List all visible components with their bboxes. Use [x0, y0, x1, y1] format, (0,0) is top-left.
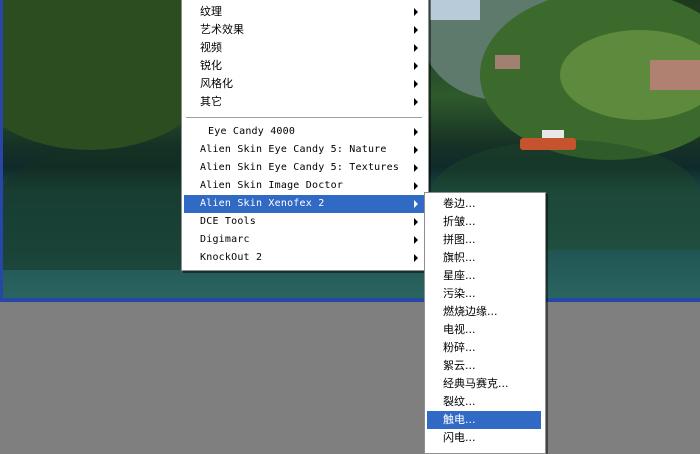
submenu-item-crumple[interactable]: 折皱... — [427, 213, 541, 231]
rock-cliff-small — [495, 55, 520, 69]
submenu-item-label: 触电... — [443, 413, 476, 426]
submenu-item-burnt-edges[interactable]: 燃烧边缘... — [427, 303, 541, 321]
menu-item-label: Eye Candy 4000 — [208, 126, 296, 137]
submenu-arrow-icon — [414, 182, 418, 190]
menu-item-label: Alien Skin Eye Candy 5: Textures — [200, 162, 400, 173]
submenu-arrow-icon — [414, 44, 418, 52]
sky-patch — [430, 0, 480, 20]
submenu-arrow-icon — [414, 146, 418, 154]
menu-item-label: KnockOut 2 — [200, 252, 263, 263]
menu-item-digimarc[interactable]: Digimarc — [184, 231, 424, 249]
submenu-item-electrify[interactable]: 触电... — [427, 411, 541, 429]
submenu-item-label: 电视... — [443, 323, 476, 336]
menu-item-label: 风格化 — [200, 77, 233, 90]
filter-menu: 纹理 艺术效果 视频 锐化 风格化 其它 Eye Candy 4000 Alie… — [181, 0, 429, 271]
submenu-item-classic-mosaic[interactable]: 经典马赛克... — [427, 375, 541, 393]
menu-item-label: Alien Skin Image Doctor — [200, 180, 344, 191]
submenu-item-clouds[interactable]: 絮云... — [427, 357, 541, 375]
submenu-item-label: 拼图... — [443, 233, 476, 246]
submenu-arrow-icon — [414, 80, 418, 88]
submenu-item-cracks[interactable]: 裂纹... — [427, 393, 541, 411]
menu-item-label: 艺术效果 — [200, 23, 244, 36]
canvas-border-bottom — [0, 298, 700, 302]
submenu-item-flag[interactable]: 旗帜... — [427, 249, 541, 267]
submenu-item-label: 污染... — [443, 287, 476, 300]
menu-item-label: 锐化 — [200, 59, 222, 72]
submenu-item-label: 星座... — [443, 269, 476, 282]
menu-separator — [186, 117, 422, 119]
submenu-arrow-icon — [414, 164, 418, 172]
menu-item-eye-candy-textures[interactable]: Alien Skin Eye Candy 5: Textures — [184, 159, 424, 177]
submenu-arrow-icon — [414, 8, 418, 16]
submenu-item-label: 裂纹... — [443, 395, 476, 408]
submenu-item-label: 闪电... — [443, 431, 476, 444]
submenu-item-label: 经典马赛克... — [443, 377, 509, 390]
menu-item-label: 其它 — [200, 95, 222, 108]
menu-item-label: Digimarc — [200, 234, 250, 245]
menu-item-video[interactable]: 视频 — [184, 39, 424, 57]
submenu-item-constellation[interactable]: 星座... — [427, 267, 541, 285]
menu-item-sharpen[interactable]: 锐化 — [184, 57, 424, 75]
menu-item-dce-tools[interactable]: DCE Tools — [184, 213, 424, 231]
submenu-item-label: 折皱... — [443, 215, 476, 228]
submenu-arrow-icon — [414, 98, 418, 106]
submenu-item-label: 卷边... — [443, 197, 476, 210]
submenu-arrow-icon — [414, 26, 418, 34]
menu-item-label: DCE Tools — [200, 216, 256, 227]
submenu-arrow-icon — [414, 128, 418, 136]
menu-item-label: Alien Skin Xenofex 2 — [200, 198, 325, 209]
submenu-item-lightning[interactable]: 闪电... — [427, 429, 541, 447]
menu-item-xenofex-2[interactable]: Alien Skin Xenofex 2 — [184, 195, 424, 213]
submenu-item-puzzle[interactable]: 拼图... — [427, 231, 541, 249]
menu-item-eye-candy-4000[interactable]: Eye Candy 4000 — [184, 123, 424, 141]
menu-item-label: 视频 — [200, 41, 222, 54]
menu-item-label: Alien Skin Eye Candy 5: Nature — [200, 144, 387, 155]
submenu-arrow-icon — [414, 236, 418, 244]
submenu-item-label: 燃烧边缘... — [443, 305, 498, 318]
submenu-item-television[interactable]: 电视... — [427, 321, 541, 339]
menu-item-knockout-2[interactable]: KnockOut 2 — [184, 249, 424, 267]
menu-item-label: 纹理 — [200, 5, 222, 18]
menu-item-stylize[interactable]: 风格化 — [184, 75, 424, 93]
xenofex-submenu: 卷边... 折皱... 拼图... 旗帜... 星座... 污染... 燃烧边缘… — [424, 192, 546, 454]
submenu-item-page-curl[interactable]: 卷边... — [427, 195, 541, 213]
submenu-item-label: 粉碎... — [443, 341, 476, 354]
submenu-item-stain[interactable]: 污染... — [427, 285, 541, 303]
boat — [520, 130, 576, 150]
menu-item-eye-candy-nature[interactable]: Alien Skin Eye Candy 5: Nature — [184, 141, 424, 159]
submenu-arrow-icon — [414, 62, 418, 70]
submenu-item-shatter[interactable]: 粉碎... — [427, 339, 541, 357]
menu-item-other[interactable]: 其它 — [184, 93, 424, 111]
menu-item-texture[interactable]: 纹理 — [184, 3, 424, 21]
submenu-item-label: 旗帜... — [443, 251, 476, 264]
menu-item-image-doctor[interactable]: Alien Skin Image Doctor — [184, 177, 424, 195]
submenu-arrow-icon — [414, 218, 418, 226]
canvas-border-left — [0, 0, 3, 302]
rock-cliff — [650, 60, 700, 90]
menu-item-artistic[interactable]: 艺术效果 — [184, 21, 424, 39]
submenu-item-label: 絮云... — [443, 359, 476, 372]
submenu-arrow-icon — [414, 200, 418, 208]
submenu-arrow-icon — [414, 254, 418, 262]
